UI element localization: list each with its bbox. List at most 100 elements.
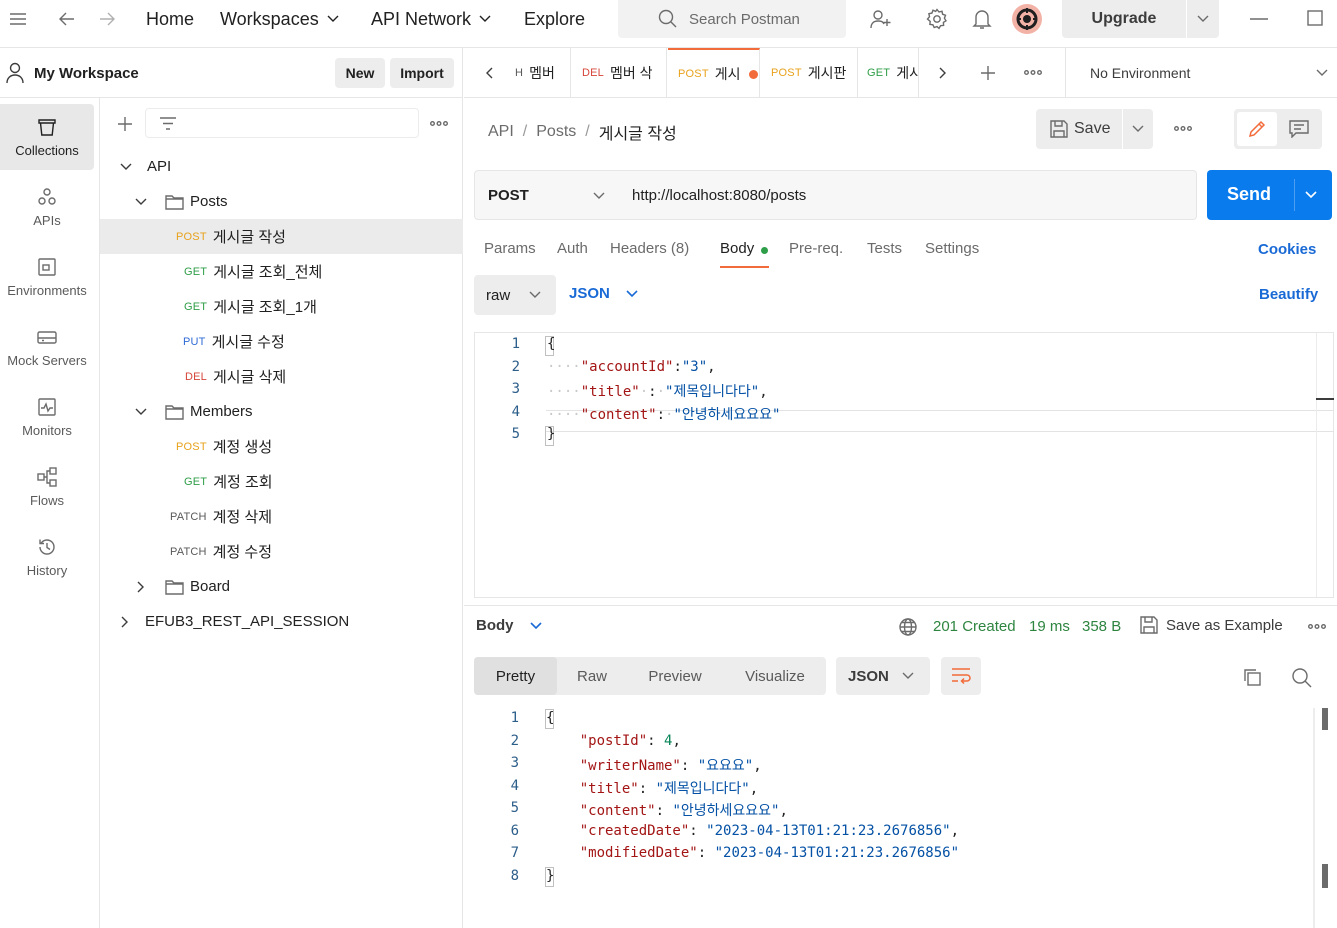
nav-api-network[interactable]: API Network: [371, 0, 491, 38]
save-button[interactable]: Save: [1036, 109, 1122, 149]
more-options-icon[interactable]: [1024, 70, 1042, 75]
code-token: ,: [707, 358, 716, 375]
chevron-down-icon: [626, 289, 638, 297]
upgrade-dropdown-button[interactable]: [1187, 0, 1219, 38]
view-visualize[interactable]: Visualize: [726, 657, 824, 695]
tab-body[interactable]: Body: [720, 240, 754, 257]
url-input[interactable]: http://localhost:8080/posts: [619, 170, 1197, 220]
more-options-icon[interactable]: [1308, 624, 1326, 629]
wrap-lines-button[interactable]: [941, 657, 981, 695]
chevron-down-icon[interactable]: [1305, 191, 1317, 199]
chevron-right-icon[interactable]: [939, 67, 947, 79]
tab-prerequest[interactable]: Pre-req.: [789, 240, 843, 257]
response-size[interactable]: 358 B: [1082, 618, 1121, 635]
settings-gear-icon[interactable]: [926, 8, 948, 30]
more-options-icon[interactable]: [1174, 126, 1192, 131]
rail-environments[interactable]: Environments: [0, 244, 94, 310]
request-body-editor[interactable]: 1{2 ····"accountId":"3", 3 ····"title"·:·"제…: [474, 332, 1334, 598]
breadcrumb-posts[interactable]: Posts: [536, 123, 576, 141]
line-number: 8: [510, 867, 519, 884]
request-item[interactable]: GET 게시글 조회_전체: [100, 254, 463, 289]
rail-monitors[interactable]: Monitors: [0, 384, 94, 450]
more-options-icon[interactable]: [430, 121, 448, 126]
cookies-link[interactable]: Cookies: [1258, 241, 1316, 258]
folder-members[interactable]: Members: [100, 394, 463, 429]
new-button[interactable]: New: [335, 58, 385, 88]
view-preview[interactable]: Preview: [628, 657, 722, 695]
request-item[interactable]: PUT 게시글 수정: [100, 324, 463, 359]
search-input[interactable]: Search Postman: [618, 0, 846, 38]
send-button[interactable]: Send: [1207, 170, 1332, 220]
request-item[interactable]: PATCH 계정 삭제: [100, 499, 463, 534]
response-section-select[interactable]: Body: [476, 617, 542, 634]
request-item[interactable]: POST 계정 생성: [100, 429, 463, 464]
nav-home[interactable]: Home: [146, 0, 194, 38]
tab-params[interactable]: Params: [484, 240, 536, 257]
request-title[interactable]: 게시글 작성: [599, 120, 677, 144]
save-dropdown-button[interactable]: [1123, 109, 1153, 149]
plus-icon[interactable]: [117, 116, 133, 132]
rail-flows[interactable]: Flows: [0, 454, 94, 520]
rail-mock-servers[interactable]: Mock Servers: [0, 314, 94, 380]
upgrade-button[interactable]: Upgrade: [1062, 0, 1186, 38]
folder-posts[interactable]: Posts: [100, 184, 463, 219]
globe-icon[interactable]: [898, 617, 918, 637]
request-item[interactable]: POST 게시글 작성: [100, 219, 463, 254]
nav-workspaces[interactable]: Workspaces: [220, 0, 339, 38]
view-pretty[interactable]: Pretty: [474, 657, 557, 695]
tab-auth[interactable]: Auth: [557, 240, 588, 257]
folder-icon: [165, 404, 184, 420]
status-code[interactable]: 201 Created: [933, 618, 1016, 635]
rail-apis[interactable]: APIs: [0, 174, 94, 240]
view-raw[interactable]: Raw: [560, 657, 624, 695]
search-icon[interactable]: [1291, 667, 1313, 689]
copy-icon[interactable]: [1242, 667, 1262, 687]
nav-explore[interactable]: Explore: [524, 0, 585, 38]
code-token: "content": [579, 803, 656, 819]
line-number: 7: [510, 845, 519, 861]
menu-icon[interactable]: [9, 11, 27, 27]
beautify-link[interactable]: Beautify: [1259, 286, 1318, 303]
collection-api[interactable]: API: [100, 149, 463, 184]
save-as-example-button[interactable]: Save as Example: [1140, 616, 1283, 634]
body-mode-select[interactable]: raw: [474, 275, 556, 315]
tab-post-create[interactable]: POST 게시: [668, 48, 760, 98]
forward-arrow-icon[interactable]: [98, 10, 116, 28]
comments-icon[interactable]: [1289, 120, 1309, 138]
environment-select[interactable]: No Environment: [1065, 48, 1337, 98]
new-tab-plus-icon[interactable]: [980, 65, 996, 81]
collection-efub3[interactable]: EFUB3_REST_API_SESSION: [100, 604, 463, 639]
back-arrow-icon[interactable]: [58, 10, 76, 28]
tab-member-delete[interactable]: DEL 멤버 삭: [572, 48, 667, 98]
edit-mode-button[interactable]: [1237, 112, 1277, 146]
tab-tests[interactable]: Tests: [867, 240, 902, 257]
tab-headers[interactable]: Headers (8): [610, 240, 689, 257]
response-format-select[interactable]: JSON: [836, 657, 930, 695]
tab-member[interactable]: H 멤버: [514, 48, 571, 98]
workspace-title[interactable]: My Workspace: [34, 65, 139, 82]
avatar[interactable]: [1012, 4, 1042, 34]
breadcrumb-api[interactable]: API: [488, 123, 514, 141]
tab-board[interactable]: POST 게시판: [761, 48, 858, 98]
invite-user-icon[interactable]: [870, 8, 892, 30]
rail-history[interactable]: History: [0, 524, 94, 590]
request-item[interactable]: GET 게시글 조회_1개: [100, 289, 463, 324]
filter-input[interactable]: [145, 108, 419, 138]
maximize-icon[interactable]: [1307, 10, 1323, 26]
tab-settings[interactable]: Settings: [925, 240, 979, 257]
tab-get-post[interactable]: GET 게시: [859, 48, 919, 98]
response-body-viewer[interactable]: 1{2 "postId": 4, 3 "writerName": "요요요", 4 …: [474, 708, 1337, 928]
import-button[interactable]: Import: [390, 58, 454, 88]
response-time[interactable]: 19 ms: [1029, 618, 1070, 635]
request-item[interactable]: PATCH 계정 수정: [100, 534, 463, 569]
chevron-down-icon: [593, 192, 605, 199]
method-select[interactable]: POST: [474, 170, 620, 220]
body-language-select[interactable]: JSON: [569, 285, 638, 302]
rail-collections[interactable]: Collections: [0, 104, 94, 170]
folder-board[interactable]: Board: [100, 569, 463, 604]
chevron-left-icon[interactable]: [485, 67, 493, 79]
minimize-icon[interactable]: [1250, 18, 1268, 20]
request-item[interactable]: GET 계정 조회: [100, 464, 463, 499]
notification-bell-icon[interactable]: [972, 8, 992, 30]
request-item[interactable]: DEL 게시글 삭제: [100, 359, 463, 394]
